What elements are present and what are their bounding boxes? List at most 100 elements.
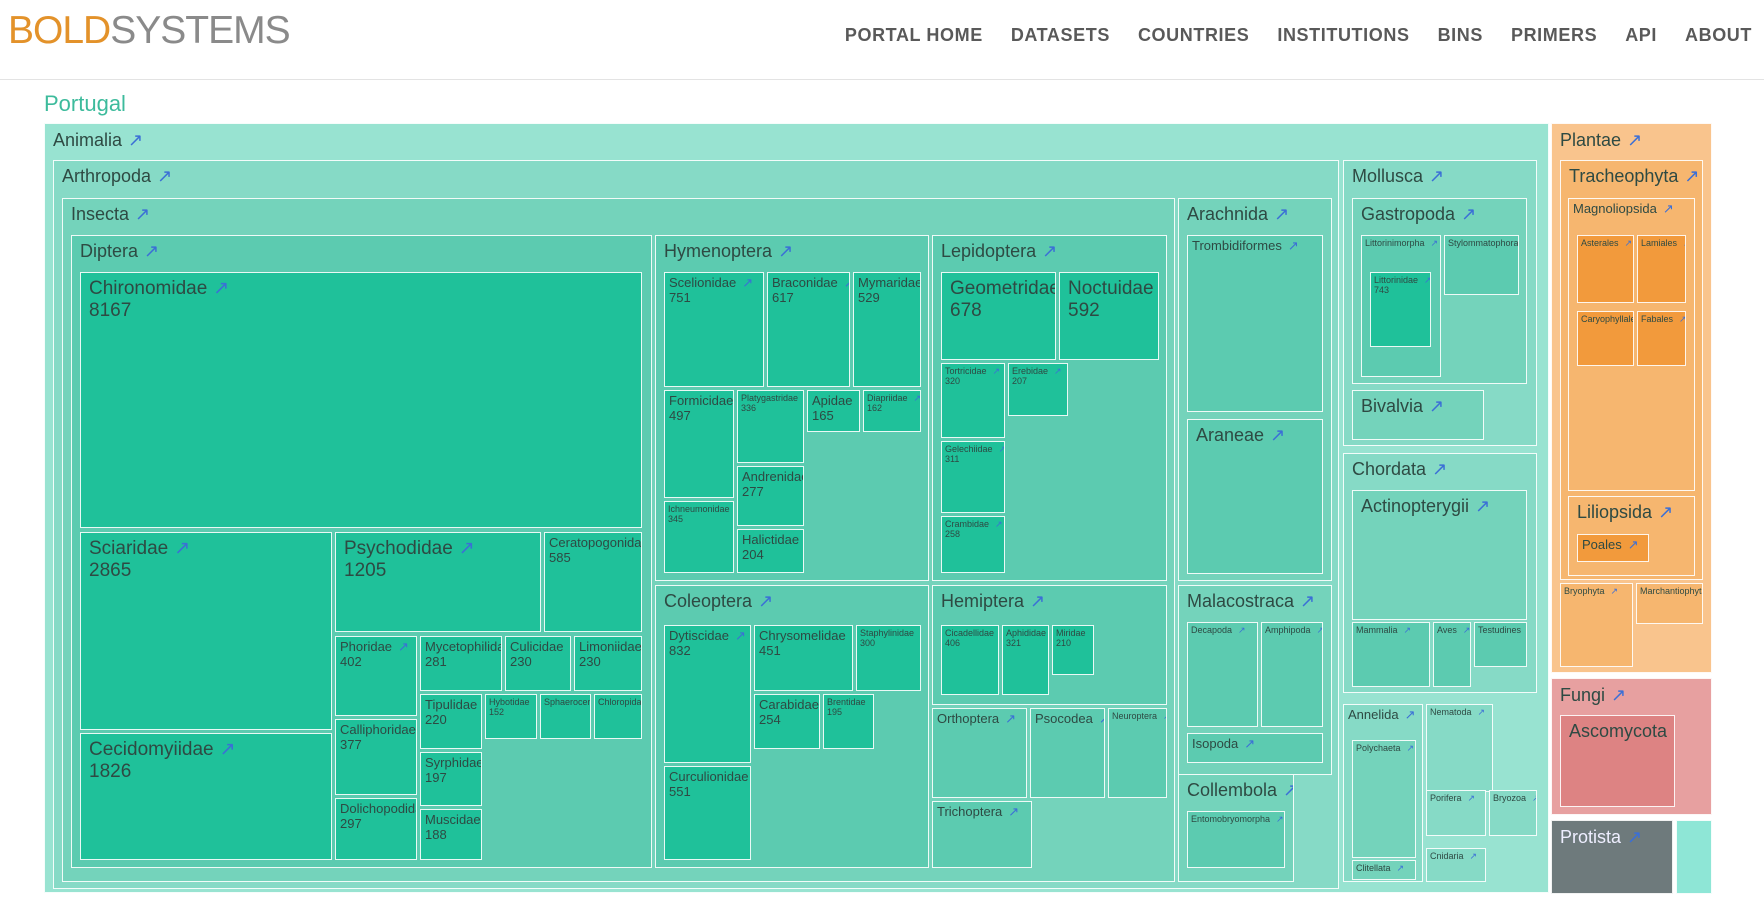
external-link-icon[interactable]: ↗ [735,628,746,643]
external-link-icon[interactable]: ↗ [213,278,229,299]
treemap-tile-mycetophilidae[interactable]: Mycetophilidae↗281 [420,636,502,691]
treemap-tile-trombidiformes[interactable]: Trombidiformes ↗ [1187,235,1323,412]
treemap-tile-phoridae[interactable]: Phoridae ↗ 402 [335,636,417,716]
external-link-icon[interactable]: ↗ [1679,314,1685,324]
external-link-icon[interactable]: ↗ [1042,241,1057,261]
external-link-icon[interactable]: ↗ [758,591,773,611]
treemap-tile-chrysomelidae[interactable]: Chrysomelidae ↗ 451 [754,625,853,691]
treemap-tile-formicidae[interactable]: Formicidae↗497 [664,390,734,498]
treemap-tile-nematoda[interactable]: Nematoda ↗ [1426,704,1493,792]
treemap-tile-cicadellidae[interactable]: Cicadellidae↗406 [941,625,999,695]
treemap-tile-trichoptera[interactable]: Trichoptera ↗ [932,801,1032,868]
external-link-icon[interactable]: ↗ [569,639,570,654]
treemap-tile-mymaridae[interactable]: Mymaridae↗529 [853,272,921,387]
treemap-tile-miridae[interactable]: Miridae ↗ 210 [1052,625,1094,675]
external-link-icon[interactable]: ↗ [995,519,1003,529]
treemap-tile-brentidae[interactable]: Brentidae ↗ 195 [823,694,874,749]
external-link-icon[interactable]: ↗ [914,393,920,403]
external-link-icon[interactable]: ↗ [1627,827,1642,847]
treemap-tile-actinopterygii[interactable]: Actinopterygii ↗ [1352,490,1527,620]
external-link-icon[interactable]: ↗ [1611,685,1626,705]
treemap-tile-tipulidae[interactable]: Tipulidae↗220 [420,694,482,749]
external-link-icon[interactable]: ↗ [459,538,475,559]
treemap-tile-poales[interactable]: Poales ↗ [1577,534,1649,562]
treemap-tile-diapriidae[interactable]: Diapriidae ↗ 162 [863,390,921,432]
external-link-icon[interactable]: ↗ [1684,166,1699,186]
external-link-icon[interactable]: ↗ [1683,238,1685,248]
external-link-icon[interactable]: ↗ [1274,204,1289,224]
treemap-tile-littorinidae[interactable]: Littorinidae ↗ 743 [1370,272,1431,347]
treemap-tile-lamiales[interactable]: Lamiales ↗ [1637,235,1686,303]
external-link-icon[interactable]: ↗ [1238,625,1246,635]
treemap-tile-entomobryomorpha[interactable]: Entomobryomorpha ↗ [1187,811,1285,868]
treemap-tile-dytiscidae[interactable]: Dytiscidae ↗ 832 [664,625,751,763]
external-link-icon[interactable]: ↗ [1054,366,1062,376]
treemap-tile-braconidae[interactable]: Braconidae ↗ 617 [767,272,850,387]
treemap-tile-halictidae[interactable]: Halictidae↗204 [737,529,804,573]
external-link-icon[interactable]: ↗ [999,444,1004,454]
treemap-tile-hybotidae[interactable]: Hybotidae ↗ 152 [485,694,537,739]
treemap-tile-gelechiidae[interactable]: Gelechiidae ↗ 311 [941,441,1005,513]
external-link-icon[interactable]: ↗ [1030,591,1045,611]
treemap-tile-psocodea[interactable]: Psocodea ↗ [1030,708,1105,798]
external-link-icon[interactable]: ↗ [1625,238,1633,248]
external-link-icon[interactable]: ↗ [1424,275,1430,285]
external-link-icon[interactable]: ↗ [1244,736,1255,751]
treemap-tile-limoniidae[interactable]: Limoniidae↗230 [574,636,642,691]
treemap-tile-mammalia[interactable]: Mammalia ↗ [1352,622,1430,687]
treemap-tile-bryozoa[interactable]: Bryozoa ↗ [1489,790,1537,836]
treemap-tile-crambidae[interactable]: Crambidae ↗ 258 [941,516,1005,573]
external-link-icon[interactable]: ↗ [1478,707,1486,717]
external-link-icon[interactable]: ↗ [993,366,1001,376]
external-link-icon[interactable]: ↗ [398,639,409,654]
external-link-icon[interactable]: ↗ [1627,130,1642,150]
external-link-icon[interactable]: ↗ [1532,793,1536,803]
treemap-tile-caryophyllales[interactable]: Caryophyllales↗ [1577,311,1634,366]
treemap-tile-araneae[interactable]: Araneae ↗ [1187,419,1323,574]
external-link-icon[interactable]: ↗ [1611,586,1619,596]
treemap-tile-testudines[interactable]: Testudines↗ [1474,622,1527,667]
treemap-tile-metazoa[interactable]: Metazoa↗ [1676,820,1712,894]
external-link-icon[interactable]: ↗ [858,393,859,408]
external-link-icon[interactable]: ↗ [1475,496,1490,516]
treemap-tile-orthoptera[interactable]: Orthoptera ↗ [932,708,1027,798]
treemap-tile-aphididae[interactable]: Aphididae↗321 [1002,625,1049,695]
treemap-tile-protista[interactable]: Protista ↗ [1551,820,1673,894]
external-link-icon[interactable]: ↗ [157,166,172,186]
external-link-icon[interactable]: ↗ [1663,201,1674,216]
treemap-tile-andrenidae[interactable]: Andrenidae↗277 [737,466,804,526]
external-link-icon[interactable]: ↗ [852,628,853,643]
external-link-icon[interactable]: ↗ [1432,459,1447,479]
treemap-tile-calliphoridae[interactable]: Calliphoridae↗377 [335,719,417,795]
treemap-tile-stylommatophora[interactable]: Stylommatophora↗ [1444,235,1519,295]
treemap-tile-aves[interactable]: Aves ↗ [1433,622,1471,687]
external-link-icon[interactable]: ↗ [1317,625,1322,635]
treemap-tile-muscidae[interactable]: Muscidae↗188 [420,809,482,860]
external-link-icon[interactable]: ↗ [1300,591,1315,611]
external-link-icon[interactable]: ↗ [1404,625,1412,635]
external-link-icon[interactable]: ↗ [1276,814,1284,824]
external-link-icon[interactable]: ↗ [1463,625,1470,635]
external-link-icon[interactable]: ↗ [1429,396,1444,416]
treemap-tile-cnidaria[interactable]: Cnidaria ↗ [1426,848,1486,882]
treemap-tile-tortricidae[interactable]: Tortricidae ↗ 320 [941,363,1005,438]
treemap-tile-chironomidae[interactable]: Chironomidae ↗ 8167 [80,272,642,528]
external-link-icon[interactable]: ↗ [1429,166,1444,186]
treemap-tile-neuroptera[interactable]: Neuroptera ↗ [1108,708,1167,798]
external-link-icon[interactable]: ↗ [536,697,537,707]
treemap-tile-fabales[interactable]: Fabales ↗ [1637,311,1686,366]
treemap-tile-isopoda[interactable]: Isopoda ↗ [1187,733,1323,763]
external-link-icon[interactable]: ↗ [1163,711,1166,721]
treemap-tile-geometridae[interactable]: Geometridae↗678 [941,272,1056,360]
treemap-tile-scelionidae[interactable]: Scelionidae ↗ 751 [664,272,764,387]
external-link-icon[interactable]: ↗ [1461,204,1476,224]
external-link-icon[interactable]: ↗ [1288,238,1299,253]
external-link-icon[interactable]: ↗ [1405,707,1416,722]
treemap-tile-psychodidae[interactable]: Psychodidae ↗ 1205 [335,532,541,632]
external-link-icon[interactable]: ↗ [1099,711,1104,726]
treemap-tile-marchantiophyta[interactable]: Marchantiophyta↗ [1636,583,1703,624]
treemap-tile-syrphidae[interactable]: Syrphidae↗197 [420,752,482,806]
treemap-tile-noctuidae[interactable]: Noctuidae↗592 [1059,272,1159,360]
external-link-icon[interactable]: ↗ [844,275,849,290]
external-link-icon[interactable]: ↗ [1468,793,1476,803]
